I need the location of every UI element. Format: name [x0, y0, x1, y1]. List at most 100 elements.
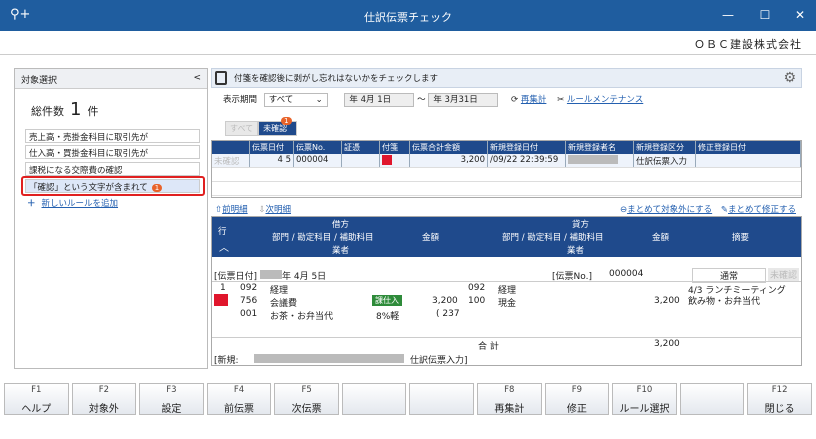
maximize-icon[interactable]: ☐	[755, 8, 775, 22]
company-name: ＯＢＣ建設株式会社	[694, 38, 802, 51]
rule-item[interactable]: 仕入高・買掛金科目に取引先が	[25, 145, 200, 159]
table-row[interactable]: 未確認 4 5 000004 3,200 /09/22 22:39:59 仕訳伝…	[212, 154, 801, 168]
debit-acct: 会議費	[270, 299, 298, 309]
exclude-all-link[interactable]: まとめて対象外にする	[627, 205, 712, 215]
date-to-field[interactable]: 年 3月31日	[428, 93, 499, 107]
key-label: 設定	[161, 404, 182, 415]
row-mod-date	[696, 154, 801, 167]
plus-icon: ＋	[27, 199, 36, 209]
f3-settings-button[interactable]: F3 設定	[139, 383, 204, 415]
date-to-value: 年 3月31日	[433, 95, 478, 105]
f10-rule-select-button[interactable]: F10 ルール選択	[612, 383, 677, 415]
key-no: F5	[301, 385, 312, 395]
rule-maintenance-link[interactable]: ルールメンテナンス	[567, 95, 643, 105]
row-no: 000004	[294, 154, 342, 167]
chevron-down-icon: ⌄	[315, 95, 323, 105]
sticky-note-icon	[382, 155, 392, 165]
tab-unconfirmed[interactable]: 未確認1	[258, 117, 297, 136]
close-icon[interactable]: ✕	[790, 8, 810, 22]
tax-tag: 課仕入	[372, 295, 402, 306]
header-cell[interactable]: 新規登録日付	[488, 141, 566, 154]
debit-tax-rate: 8%軽	[376, 312, 400, 322]
detail-nav: ⇧前明細 ⇩次明細 ⊖まとめて対象外にする ✎まとめて修正する	[211, 203, 802, 217]
date-from-field[interactable]: 年 4月 1日	[344, 93, 415, 107]
f5-next-voucher-button[interactable]: F5 次伝票	[274, 383, 339, 415]
key-no: F8	[504, 385, 515, 395]
period-value: すべて	[268, 95, 294, 105]
key-label: 次伝票	[291, 404, 322, 415]
f2-exclude-button[interactable]: F2 対象外	[71, 383, 137, 415]
debit-amount-header: 金額	[422, 233, 440, 243]
key-label: ヘルプ	[21, 404, 52, 415]
key-label: 修正	[566, 404, 587, 415]
table-row	[212, 168, 801, 182]
debit-acct-code: 756	[240, 296, 258, 306]
key-no: F12	[771, 385, 788, 395]
panel-header: 対象選択 <	[15, 69, 207, 89]
total-label: 総件数	[31, 105, 64, 118]
row-reg-date: /09/22 22:39:59	[488, 154, 566, 167]
gear-icon[interactable]: ⚙	[783, 70, 796, 86]
header-cell[interactable]: 伝票合計金額	[410, 141, 488, 154]
f9-edit-button[interactable]: F9 修正	[544, 383, 610, 415]
pencil-icon: ✎	[720, 205, 728, 215]
function-key-bar: F1 ヘルプ F2 対象外 F3 設定 F4 前伝票 F5 次伝票 F8 再集計 F9 修正 …	[4, 383, 812, 437]
window-title: 仕訳伝票チェック	[364, 11, 452, 24]
header-cell[interactable]: 伝票No.	[294, 141, 342, 154]
tools-icon: ✂	[557, 95, 565, 105]
header-cell[interactable]: 伝票日付	[250, 141, 294, 154]
credit-vendor-header: 業者	[567, 246, 585, 256]
f11-empty-button[interactable]	[679, 383, 745, 415]
row-sticky	[380, 154, 410, 167]
tab-all[interactable]: すべて	[225, 121, 259, 136]
row-label: 行	[218, 227, 227, 237]
table-row	[212, 182, 801, 196]
rule-item[interactable]: 課税になる交際費の確認	[25, 162, 200, 176]
prev-detail-link[interactable]: 前明細	[222, 205, 248, 215]
chevron-up-icon[interactable]: ︿	[219, 239, 229, 254]
row-reg-name	[566, 154, 634, 167]
f6-empty-button[interactable]	[341, 383, 407, 415]
row-reg-kind: 仕訳伝票入力	[634, 154, 696, 167]
f1-help-button[interactable]: F1 ヘルプ	[4, 383, 69, 415]
credit-acct: 現金	[498, 299, 517, 309]
credit-dept: 経理	[498, 286, 517, 296]
collapse-icon[interactable]: <	[193, 73, 201, 84]
header-cell[interactable]: 新規登録者名	[566, 141, 634, 154]
fix-all-link[interactable]: まとめて修正する	[728, 205, 796, 215]
refresh-icon: ⟳	[511, 95, 519, 105]
recalc-link[interactable]: 再集計	[521, 95, 547, 105]
credit-sub-header: 部門 / 勘定科目 / 補助科目	[502, 233, 604, 243]
period-select[interactable]: すべて ⌄	[263, 93, 328, 107]
add-rule-link[interactable]: ＋ 新しいルールを追加	[27, 197, 118, 209]
credit-acct-code: 100	[468, 296, 486, 306]
unconfirmed-button[interactable]: 未確認	[768, 268, 800, 281]
debit-vendor-header: 業者	[332, 246, 350, 256]
rule-item[interactable]: 売上高・売掛金科目に取引先が	[25, 129, 200, 143]
tab-unconfirmed-label: 未確認	[263, 124, 288, 133]
credit-dept-code: 092	[468, 283, 486, 293]
voucher-grid: 伝票日付 伝票No. 証憑 付箋 伝票合計金額 新規登録日付 新規登録者名 新規…	[211, 140, 802, 198]
key-label: 再集計	[494, 404, 525, 415]
minimize-icon[interactable]: —	[718, 8, 738, 22]
key-no: F4	[233, 385, 245, 395]
header-cell[interactable]: 付箋	[380, 141, 410, 154]
total-amount: 3,200	[654, 339, 680, 349]
add-rule-label: 新しいルールを追加	[41, 199, 119, 209]
next-detail-link[interactable]: 次明細	[265, 205, 291, 215]
header-cell[interactable]: 新規登録区分	[634, 141, 696, 154]
f12-close-button[interactable]: F12 閉じる	[747, 383, 812, 415]
info-text: 付箋を確認後に剥がし忘れはないかをチェックします	[234, 74, 439, 84]
debit-amount: 3,200	[432, 296, 458, 306]
key-no: F9	[571, 385, 583, 395]
key-label: 閉じる	[764, 404, 795, 415]
no-value: 000004	[609, 269, 644, 279]
f7-empty-button[interactable]	[409, 383, 475, 415]
header-cell[interactable]: 修正登録日付	[696, 141, 801, 154]
f8-recalc-button[interactable]: F8 再集計	[477, 383, 542, 415]
f4-prev-voucher-button[interactable]: F4 前伝票	[206, 383, 272, 415]
row-status: 未確認	[212, 154, 250, 167]
detail-header: 行 ︿ 借方 貸方 部門 / 勘定科目 / 補助科目 金額 部門 / 勘定科目 …	[212, 217, 801, 257]
credit-header: 貸方	[572, 220, 590, 230]
header-cell[interactable]: 証憑	[342, 141, 380, 154]
